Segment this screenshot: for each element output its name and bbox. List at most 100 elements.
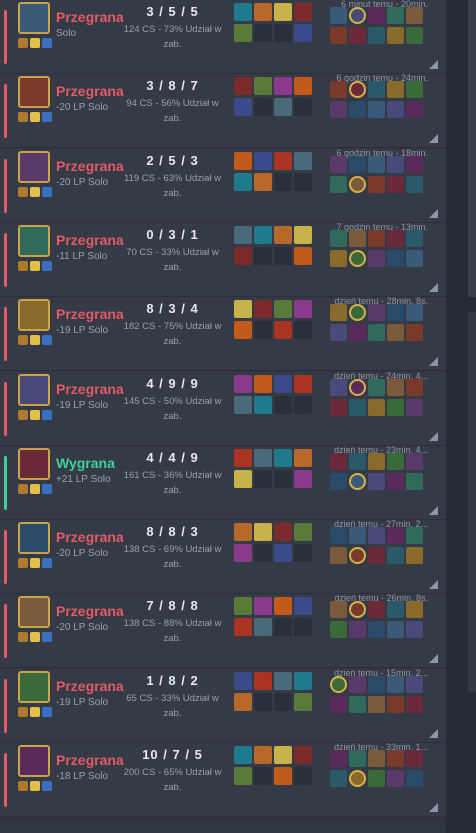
item-slot[interactable] <box>234 597 252 616</box>
participant-champion-icon[interactable] <box>349 452 366 470</box>
item-slot[interactable] <box>274 692 292 711</box>
item-slot[interactable] <box>274 374 292 393</box>
participant-champion-icon[interactable] <box>387 675 404 693</box>
participant-champion-icon[interactable] <box>349 101 366 119</box>
participant-champion-icon[interactable] <box>387 472 404 490</box>
expand-corner-icon[interactable] <box>429 134 438 144</box>
participant-champion-icon[interactable] <box>406 155 423 173</box>
participant-champion-icon[interactable] <box>349 155 366 173</box>
participant-champion-icon[interactable] <box>349 601 366 619</box>
item-slot[interactable] <box>254 395 272 414</box>
expand-corner-icon[interactable] <box>429 431 438 441</box>
participant-champion-icon[interactable] <box>368 621 385 639</box>
participant-champion-icon[interactable] <box>406 398 423 416</box>
item-slot[interactable] <box>294 3 312 21</box>
participant-champion-icon[interactable] <box>330 601 347 619</box>
participant-champion-icon[interactable] <box>368 175 385 193</box>
item-slot[interactable] <box>294 172 312 191</box>
item-slot[interactable] <box>254 3 272 21</box>
item-slot[interactable] <box>274 544 292 563</box>
participant-champion-icon[interactable] <box>368 398 385 416</box>
item-slot[interactable] <box>274 3 292 21</box>
item-slot[interactable] <box>254 671 272 690</box>
item-slot[interactable] <box>254 98 272 117</box>
participant-champion-icon[interactable] <box>387 398 404 416</box>
participant-champion-icon[interactable] <box>406 101 423 119</box>
champion-portrait[interactable] <box>18 2 50 34</box>
participant-champion-icon[interactable] <box>406 750 423 767</box>
item-slot[interactable] <box>274 746 292 764</box>
participant-champion-icon[interactable] <box>406 81 423 99</box>
item-slot[interactable] <box>234 24 252 42</box>
participant-champion-icon[interactable] <box>368 452 385 470</box>
item-slot[interactable] <box>294 77 312 96</box>
participant-champion-icon[interactable] <box>368 101 385 119</box>
expand-corner-icon[interactable] <box>429 505 438 515</box>
item-slot[interactable] <box>294 374 312 393</box>
item-slot[interactable] <box>294 225 312 244</box>
champion-portrait[interactable] <box>18 745 50 777</box>
match-row[interactable]: Przegrana -19 LP Solo 1 / 8 / 2 65 CS - … <box>0 668 446 743</box>
participant-champion-icon[interactable] <box>406 27 423 44</box>
item-slot[interactable] <box>234 395 252 414</box>
item-slot[interactable] <box>294 98 312 117</box>
participant-champion-icon[interactable] <box>406 7 423 24</box>
item-slot[interactable] <box>294 597 312 616</box>
participant-champion-icon[interactable] <box>387 229 404 247</box>
participant-champion-icon[interactable] <box>330 547 347 565</box>
item-slot[interactable] <box>274 395 292 414</box>
item-slot[interactable] <box>294 151 312 170</box>
item-slot[interactable] <box>254 77 272 96</box>
item-slot[interactable] <box>294 544 312 563</box>
item-slot[interactable] <box>294 671 312 690</box>
participant-champion-icon[interactable] <box>349 304 366 322</box>
participant-champion-icon[interactable] <box>330 378 347 396</box>
item-slot[interactable] <box>234 3 252 21</box>
item-slot[interactable] <box>274 321 292 340</box>
participant-champion-icon[interactable] <box>406 378 423 396</box>
participant-champion-icon[interactable] <box>368 324 385 342</box>
participant-champion-icon[interactable] <box>349 324 366 342</box>
item-slot[interactable] <box>254 767 272 785</box>
item-slot[interactable] <box>234 544 252 563</box>
participant-champion-icon[interactable] <box>387 249 404 267</box>
participant-champion-icon[interactable] <box>368 304 385 322</box>
participant-champion-icon[interactable] <box>349 81 366 99</box>
participant-champion-icon[interactable] <box>349 378 366 396</box>
participant-champion-icon[interactable] <box>349 398 366 416</box>
participant-champion-icon[interactable] <box>387 601 404 619</box>
participant-champion-icon[interactable] <box>406 324 423 342</box>
participant-champion-icon[interactable] <box>330 7 347 24</box>
participant-champion-icon[interactable] <box>368 81 385 99</box>
participant-champion-icon[interactable] <box>330 229 347 247</box>
participant-champion-icon[interactable] <box>368 675 385 693</box>
participant-champion-icon[interactable] <box>368 229 385 247</box>
item-slot[interactable] <box>274 523 292 542</box>
participant-champion-icon[interactable] <box>387 304 404 322</box>
participant-champion-icon[interactable] <box>387 452 404 470</box>
participant-champion-icon[interactable] <box>406 527 423 545</box>
participant-champion-icon[interactable] <box>330 324 347 342</box>
participant-champion-icon[interactable] <box>406 472 423 490</box>
participant-champion-icon[interactable] <box>349 695 366 713</box>
participant-champion-icon[interactable] <box>330 695 347 713</box>
item-slot[interactable] <box>254 172 272 191</box>
item-slot[interactable] <box>294 24 312 42</box>
champion-portrait[interactable] <box>18 447 50 480</box>
participant-champion-icon[interactable] <box>387 547 404 565</box>
participant-champion-icon[interactable] <box>387 81 404 99</box>
participant-champion-icon[interactable] <box>368 770 385 787</box>
expand-corner-icon[interactable] <box>429 357 438 367</box>
participant-champion-icon[interactable] <box>406 770 423 787</box>
participant-champion-icon[interactable] <box>349 229 366 247</box>
participant-champion-icon[interactable] <box>330 175 347 193</box>
participant-champion-icon[interactable] <box>406 601 423 619</box>
match-row[interactable]: Przegrana -11 LP Solo 0 / 3 / 1 70 CS - … <box>0 222 446 297</box>
participant-champion-icon[interactable] <box>406 304 423 322</box>
participant-champion-icon[interactable] <box>406 675 423 693</box>
participant-champion-icon[interactable] <box>406 695 423 713</box>
item-slot[interactable] <box>274 151 292 170</box>
champion-portrait[interactable] <box>18 150 50 183</box>
item-slot[interactable] <box>254 225 272 244</box>
item-slot[interactable] <box>234 77 252 96</box>
